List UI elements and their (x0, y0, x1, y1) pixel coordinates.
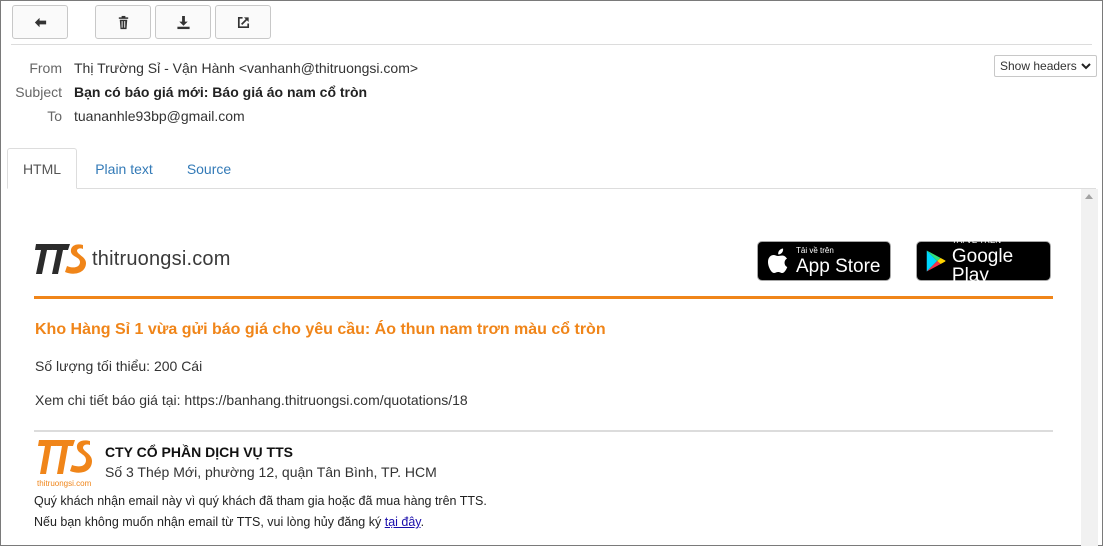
app-store-big-text: App Store (796, 255, 881, 277)
tabs-divider (7, 188, 1096, 189)
email-viewer-frame: From Thị Trường Sỉ - Vận Hành <vanhanh@t… (0, 0, 1103, 546)
header-divider-orange (34, 296, 1053, 299)
download-button[interactable] (155, 5, 211, 39)
quote-detail-text: Xem chi tiết báo giá tại: https://banhan… (35, 392, 468, 408)
footer-logo: thitruongsi.com (37, 438, 93, 488)
quote-title: Kho Hàng Sỉ 1 vừa gửi báo giá cho yêu cầ… (35, 321, 606, 338)
external-link-icon (237, 16, 249, 28)
tab-source-label: Source (186, 160, 232, 177)
open-external-button[interactable] (215, 5, 271, 39)
email-body-scrollbar[interactable] (1081, 189, 1098, 546)
tab-plain-text[interactable]: Plain text (83, 148, 165, 189)
unsubscribe-link[interactable]: tại đây (385, 515, 421, 529)
app-store-small-text: Tải về trên (796, 245, 834, 255)
tts-logo-icon (35, 244, 86, 274)
tab-source[interactable]: Source (177, 148, 241, 189)
from-label: From (29, 60, 62, 76)
back-arrow-icon (34, 17, 46, 27)
toolbar-divider (11, 44, 1092, 45)
back-button[interactable] (12, 5, 68, 39)
tts-footer-logo-icon (38, 440, 92, 474)
google-play-badge[interactable]: TẢI VỀ TRÊN Google Play (916, 237, 1051, 285)
brand-logo-text: thitruongsi.com (92, 247, 231, 270)
footer-notice: Quý khách nhận email này vì quý khách đã… (34, 494, 487, 508)
to-value: tuananhle93bp@gmail.com (74, 108, 245, 124)
delete-button[interactable] (95, 5, 151, 39)
unsubscribe-prefix: Nếu bạn không muốn nhận email từ TTS, vu… (34, 515, 385, 529)
footer-logo-caption: thitruongsi.com (37, 479, 92, 488)
min-quantity-text: Số lượng tối thiểu: 200 Cái (35, 358, 203, 374)
company-name: CTY CỔ PHẦN DỊCH VỤ TTS (105, 444, 293, 460)
to-label: To (47, 108, 62, 124)
tab-plain-text-label: Plain text (95, 160, 153, 177)
scroll-up-arrow-icon[interactable] (1085, 194, 1093, 199)
footer-unsubscribe: Nếu bạn không muốn nhận email từ TTS, vu… (34, 515, 424, 529)
unsubscribe-suffix: . (420, 515, 425, 529)
app-store-badge[interactable]: Tải về trên App Store (757, 241, 891, 281)
chevron-down-icon (1081, 63, 1091, 70)
download-icon (176, 15, 190, 29)
company-address: Số 3 Thép Mới, phường 12, quận Tân Bình,… (105, 464, 437, 480)
google-play-big-text: Google Play (951, 246, 1014, 286)
trash-icon (118, 15, 128, 29)
show-headers-button[interactable]: Show headers (994, 55, 1097, 77)
tab-html[interactable]: HTML (7, 148, 77, 189)
show-headers-label: Show headers (1000, 59, 1077, 73)
brand-logo: thitruongsi.com (34, 241, 231, 277)
google-play-small-text: TẢI VỀ TRÊN (951, 236, 1002, 245)
footer-divider (34, 430, 1053, 432)
subject-label: Subject (15, 84, 62, 100)
subject-value: Bạn có báo giá mới: Báo giá áo nam cổ tr… (74, 84, 368, 100)
tab-html-label: HTML (22, 160, 62, 177)
from-value: Thị Trường Sỉ - Vận Hành <vanhanh@thitru… (74, 60, 419, 76)
google-play-icon (926, 250, 946, 272)
apple-icon (768, 248, 788, 273)
